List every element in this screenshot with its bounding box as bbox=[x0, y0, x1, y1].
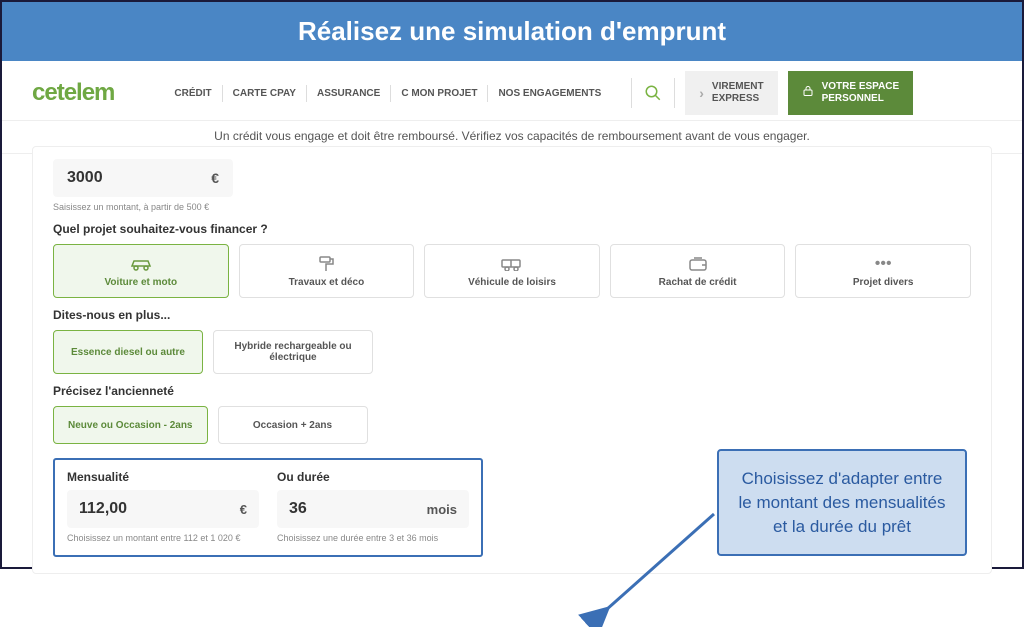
amount-value: 3000 bbox=[67, 169, 103, 187]
annotation-callout: Choisissez d'adapter entre le montant de… bbox=[717, 449, 967, 556]
virement-label: VIREMENT EXPRESS bbox=[712, 81, 764, 105]
wallet-icon bbox=[688, 255, 708, 273]
card-label: Projet divers bbox=[853, 277, 914, 288]
lock-icon bbox=[802, 84, 814, 102]
mensualite-duree-box: Mensualité 112,00 € Choisissez un montan… bbox=[53, 458, 483, 557]
camper-icon bbox=[500, 255, 524, 273]
nav-nos-engagements[interactable]: NOS ENGAGEMENTS bbox=[488, 80, 611, 107]
card-label: Voiture et moto bbox=[105, 277, 178, 288]
option-neuve-occasion-2ans[interactable]: Neuve ou Occasion - 2ans bbox=[53, 406, 208, 444]
card-voiture-moto[interactable]: Voiture et moto bbox=[53, 244, 229, 298]
amount-input[interactable]: 3000 € bbox=[53, 159, 233, 197]
amount-unit: € bbox=[211, 170, 219, 186]
card-travaux-deco[interactable]: Travaux et déco bbox=[239, 244, 415, 298]
paint-icon bbox=[317, 255, 335, 273]
fuel-options: Essence diesel ou autre Hybride recharge… bbox=[53, 330, 971, 374]
duree-value: 36 bbox=[289, 500, 307, 518]
espace-personnel-button[interactable]: VOTRE ESPACE PERSONNEL bbox=[788, 71, 914, 115]
project-label: Quel projet souhaitez-vous financer ? bbox=[53, 222, 971, 236]
mensualite-label: Mensualité bbox=[67, 470, 259, 484]
page-title: Réalisez une simulation d'emprunt bbox=[2, 2, 1022, 61]
card-label: Rachat de crédit bbox=[659, 277, 737, 288]
nav-credit[interactable]: CRÉDIT bbox=[164, 80, 221, 107]
amount-hint: Saisissez un montant, à partir de 500 € bbox=[53, 202, 971, 212]
age-label: Précisez l'ancienneté bbox=[53, 384, 971, 398]
card-rachat-credit[interactable]: Rachat de crédit bbox=[610, 244, 786, 298]
virement-express-button[interactable]: › VIREMENT EXPRESS bbox=[685, 71, 777, 115]
option-essence-diesel[interactable]: Essence diesel ou autre bbox=[53, 330, 203, 374]
option-occasion-plus-2ans[interactable]: Occasion + 2ans bbox=[218, 406, 368, 444]
dots-icon: ••• bbox=[875, 255, 892, 273]
age-options: Neuve ou Occasion - 2ans Occasion + 2ans bbox=[53, 406, 971, 444]
card-label: Véhicule de loisirs bbox=[468, 277, 556, 288]
chevron-right-icon: › bbox=[699, 85, 704, 102]
nav-assurance[interactable]: ASSURANCE bbox=[307, 80, 390, 107]
duree-input[interactable]: 36 mois bbox=[277, 490, 469, 528]
nav-c-mon-projet[interactable]: C MON PROJET bbox=[391, 80, 487, 107]
more-label: Dites-nous en plus... bbox=[53, 308, 971, 322]
card-projet-divers[interactable]: ••• Projet divers bbox=[795, 244, 971, 298]
option-hybride-electrique[interactable]: Hybride rechargeable ou électrique bbox=[213, 330, 373, 374]
duree-label: Ou durée bbox=[277, 470, 469, 484]
car-icon bbox=[129, 255, 153, 273]
project-cards: Voiture et moto Travaux et déco Véhicule… bbox=[53, 244, 971, 298]
card-label: Travaux et déco bbox=[289, 277, 365, 288]
search-icon[interactable] bbox=[631, 78, 675, 108]
duree-unit: mois bbox=[427, 502, 457, 517]
nav-carte-cpay[interactable]: CARTE CPAY bbox=[223, 80, 306, 107]
main-nav: CRÉDIT CARTE CPAY ASSURANCE C MON PROJET… bbox=[164, 80, 611, 107]
mensualite-hint: Choisissez un montant entre 112 et 1 020… bbox=[67, 533, 259, 543]
logo[interactable]: cetelem bbox=[32, 79, 114, 107]
mensualite-input[interactable]: 112,00 € bbox=[67, 490, 259, 528]
espace-label: VOTRE ESPACE PERSONNEL bbox=[822, 81, 900, 105]
mensualite-unit: € bbox=[240, 502, 247, 517]
header: cetelem CRÉDIT CARTE CPAY ASSURANCE C MO… bbox=[2, 61, 1022, 121]
mensualite-value: 112,00 bbox=[79, 500, 127, 518]
card-vehicule-loisirs[interactable]: Véhicule de loisirs bbox=[424, 244, 600, 298]
duree-hint: Choisissez une durée entre 3 et 36 mois bbox=[277, 533, 469, 543]
